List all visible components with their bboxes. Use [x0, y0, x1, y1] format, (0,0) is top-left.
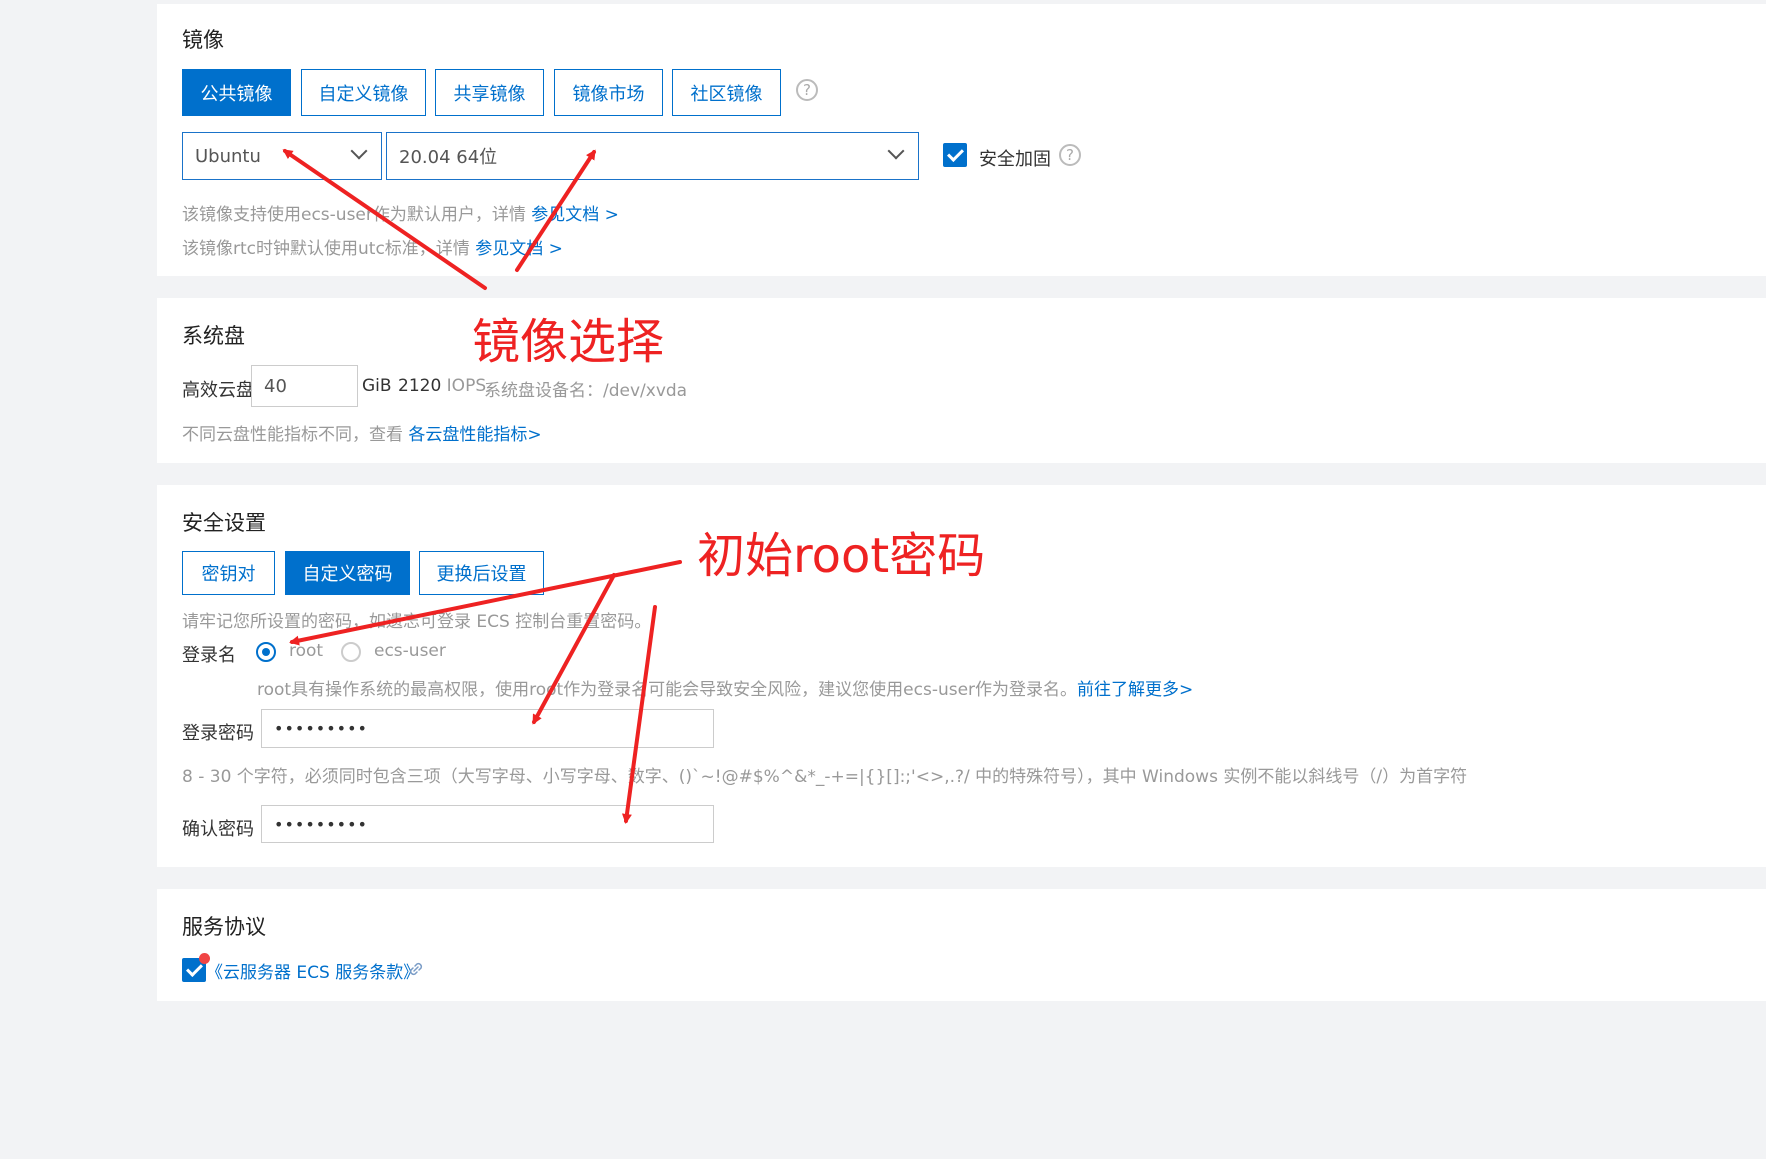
annotation-root-password: 初始root密码 — [697, 528, 986, 584]
tab-community-image[interactable]: 社区镜像 — [672, 69, 781, 116]
image-hint-rtc: 该镜像rtc时钟默认使用utc标准，详情 参见文档 > — [182, 234, 563, 259]
disk-unit: GiB — [362, 376, 392, 396]
tab-set-later[interactable]: 更换后设置 — [419, 551, 544, 595]
help-icon[interactable]: ? — [796, 79, 818, 101]
root-warning: root具有操作系统的最高权限，使用root作为登录名可能会导致安全风险，建议您… — [257, 675, 1193, 700]
security-tabs: 密钥对 自定义密码 更换后设置 — [182, 551, 582, 597]
os-select[interactable]: Ubuntu — [182, 132, 382, 180]
iops-value: 2120 — [398, 376, 442, 396]
confirm-password-input[interactable]: ••••••••• — [261, 805, 714, 843]
hint-text: 该镜像rtc时钟默认使用utc标准，详情 — [182, 239, 476, 259]
hint-text: root具有操作系统的最高权限，使用root作为登录名可能会导致安全风险，建议您… — [257, 680, 1078, 700]
disk-performance-link[interactable]: 各云盘性能指标> — [408, 425, 541, 445]
image-section: 镜像 公共镜像 自定义镜像 共享镜像 镜像市场 社区镜像 ? Ubuntu 20… — [157, 4, 1766, 276]
password-note: 请牢记您所设置的密码，如遗忘可登录 ECS 控制台重置密码。 — [182, 612, 652, 632]
password-rule: 8 - 30 个字符，必须同时包含三项（大写字母、小写字母、数字、()`~!@#… — [182, 767, 1468, 787]
image-hint-default-user: 该镜像支持使用ecs-user作为默认用户，详情 参见文档 > — [182, 200, 619, 225]
os-select-value: Ubuntu — [195, 145, 261, 167]
image-tabs: 公共镜像 自定义镜像 共享镜像 镜像市场 社区镜像 — [182, 69, 982, 116]
iops-label: IOPS — [446, 376, 487, 396]
disk-hint: 不同云盘性能指标不同，查看 各云盘性能指标> — [182, 420, 542, 445]
learn-more-link[interactable]: 前往了解更多> — [1077, 680, 1193, 700]
login-name-label: 登录名 — [182, 645, 236, 666]
security-harden-checkbox[interactable] — [943, 143, 967, 167]
tab-custom-password[interactable]: 自定义密码 — [285, 551, 410, 595]
disk-size-input[interactable]: 40 — [251, 365, 358, 407]
radio-root-label: root — [289, 641, 324, 661]
tab-public-image[interactable]: 公共镜像 — [182, 69, 291, 116]
help-icon[interactable]: ? — [1059, 144, 1081, 166]
radio-root[interactable] — [256, 642, 276, 662]
chevron-down-icon — [887, 142, 905, 160]
disk-iops: 2120 IOPS — [398, 376, 486, 396]
hint-text: 该镜像支持使用ecs-user作为默认用户，详情 — [182, 205, 532, 225]
chevron-down-icon — [350, 142, 368, 160]
section-title-security: 安全设置 — [182, 511, 266, 535]
version-select-value: 20.04 64位 — [399, 147, 498, 168]
section-title-image: 镜像 — [182, 28, 224, 52]
radio-ecs-user-label: ecs-user — [374, 641, 446, 661]
confirm-password-label: 确认密码 — [182, 819, 254, 840]
hint-text: 不同云盘性能指标不同，查看 — [182, 425, 409, 445]
section-title-agreement: 服务协议 — [182, 915, 266, 939]
link-icon — [407, 960, 425, 982]
password-input[interactable]: ••••••••• — [261, 709, 714, 748]
security-harden-label: 安全加固 — [979, 149, 1051, 170]
system-disk-section: 系统盘 高效云盘 40 GiB 2120 IOPS 系统盘设备名：/dev/xv… — [157, 298, 1766, 463]
docs-link[interactable]: 参见文档 > — [475, 239, 563, 259]
agreement-link[interactable]: 《云服务器 ECS 服务条款》 — [206, 958, 420, 983]
disk-device-name: 系统盘设备名：/dev/xvda — [484, 381, 688, 401]
disk-type-label: 高效云盘 — [182, 380, 254, 401]
version-select[interactable]: 20.04 64位 — [386, 132, 919, 180]
annotation-image-choice: 镜像选择 — [472, 314, 665, 370]
radio-ecs-user[interactable] — [341, 642, 361, 662]
agreement-section: 服务协议 《云服务器 ECS 服务条款》 — [157, 889, 1766, 1001]
tab-custom-image[interactable]: 自定义镜像 — [301, 69, 426, 116]
tab-key-pair[interactable]: 密钥对 — [182, 551, 275, 595]
tab-image-market[interactable]: 镜像市场 — [554, 69, 663, 116]
password-label: 登录密码 — [182, 723, 254, 744]
section-title-system-disk: 系统盘 — [182, 324, 245, 348]
docs-link[interactable]: 参见文档 > — [531, 205, 619, 225]
tab-shared-image[interactable]: 共享镜像 — [435, 69, 544, 116]
